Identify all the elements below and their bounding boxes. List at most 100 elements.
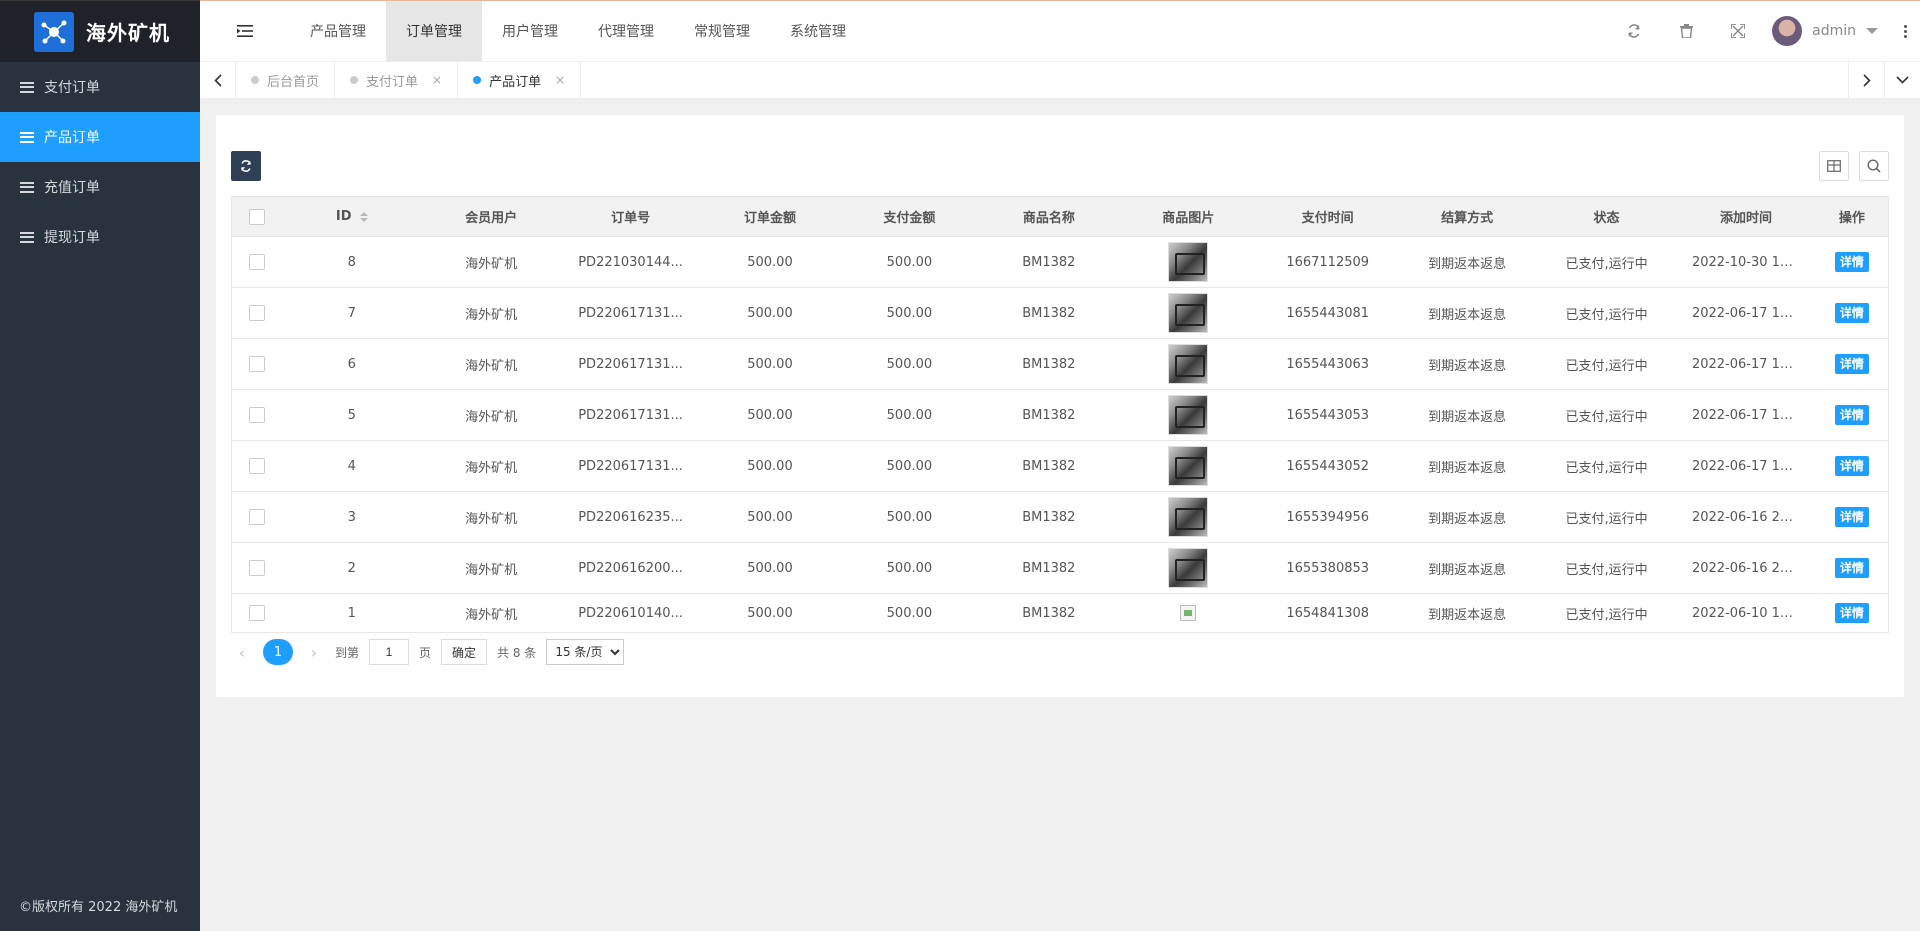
row-checkbox[interactable] xyxy=(249,305,265,321)
row-checkbox[interactable] xyxy=(249,560,265,576)
cell-settle: 到期返本返息 xyxy=(1397,287,1537,339)
row-checkbox[interactable] xyxy=(249,254,265,270)
detail-button[interactable]: 详情 xyxy=(1834,456,1869,476)
tabs-scroll-right-button[interactable] xyxy=(1848,61,1884,99)
cell-added: 2022-06-17 13... xyxy=(1691,458,1800,474)
tab-payment-orders[interactable]: 支付订单 × xyxy=(335,61,459,99)
cell-amount: 500.00 xyxy=(700,491,840,543)
table-refresh-button[interactable] xyxy=(231,151,261,181)
nav-user-management[interactable]: 用户管理 xyxy=(482,1,578,61)
detail-button[interactable]: 详情 xyxy=(1834,252,1869,272)
list-icon xyxy=(20,81,34,93)
table-search-button[interactable] xyxy=(1859,151,1889,181)
chevron-right-icon xyxy=(1862,73,1871,87)
tabs-scroll-left-button[interactable] xyxy=(200,61,236,99)
next-page-icon[interactable]: › xyxy=(303,643,325,662)
cell-id: 5 xyxy=(282,389,422,441)
tab-product-orders[interactable]: 产品订单 × xyxy=(458,61,582,99)
more-vertical-icon[interactable] xyxy=(1890,24,1920,38)
detail-button[interactable]: 详情 xyxy=(1834,405,1869,425)
product-image[interactable] xyxy=(1168,446,1209,486)
detail-button[interactable]: 详情 xyxy=(1834,558,1869,578)
sidebar-item-product-orders[interactable]: 产品订单 xyxy=(0,112,200,162)
nav-agent-management[interactable]: 代理管理 xyxy=(578,1,674,61)
row-checkbox[interactable] xyxy=(249,458,265,474)
sidebar-item-withdraw-orders[interactable]: 提现订单 xyxy=(0,212,200,262)
sidebar-item-label: 支付订单 xyxy=(44,80,100,96)
cell-pay-time: 1655443052 xyxy=(1257,440,1398,492)
cell-order-no: PD220610140... xyxy=(578,605,683,621)
goto-confirm-button[interactable]: 确定 xyxy=(441,639,488,665)
column-header-id[interactable]: ID xyxy=(282,196,422,237)
goto-page-input[interactable] xyxy=(369,639,410,665)
current-page[interactable]: 1 xyxy=(263,639,293,665)
cell-status: 已支付,运行中 xyxy=(1536,491,1677,543)
nav-order-management[interactable]: 订单管理 xyxy=(386,1,482,61)
product-image[interactable] xyxy=(1168,548,1209,588)
tab-home[interactable]: 后台首页 xyxy=(236,61,336,99)
cell-amount: 500.00 xyxy=(700,440,840,492)
detail-button[interactable]: 详情 xyxy=(1834,354,1869,374)
cell-settle: 到期返本返息 xyxy=(1397,440,1537,492)
row-checkbox[interactable] xyxy=(249,407,265,423)
sort-icon[interactable] xyxy=(359,211,368,222)
tab-dot-icon xyxy=(473,76,482,84)
select-all-checkbox[interactable] xyxy=(249,208,265,225)
broken-image-icon[interactable] xyxy=(1180,605,1197,621)
cell-status: 已支付,运行中 xyxy=(1536,542,1677,594)
cell-product: BM1382 xyxy=(979,236,1119,288)
goto-label: 到第 xyxy=(335,645,360,660)
row-checkbox[interactable] xyxy=(249,356,265,372)
cell-amount: 500.00 xyxy=(700,389,840,441)
brand[interactable]: 海外矿机 xyxy=(0,0,200,62)
close-icon[interactable]: × xyxy=(555,73,565,87)
cell-order-no: PD220617131... xyxy=(578,305,683,321)
user-menu[interactable]: admin xyxy=(1764,16,1890,46)
brand-title: 海外矿机 xyxy=(86,21,170,45)
detail-button[interactable]: 详情 xyxy=(1834,507,1869,527)
cell-pay-time: 1655394956 xyxy=(1257,491,1398,543)
brand-logo-icon xyxy=(34,11,74,52)
row-checkbox[interactable] xyxy=(249,605,265,621)
nav-product-management[interactable]: 产品管理 xyxy=(290,1,386,61)
nav-system-management[interactable]: 系统管理 xyxy=(770,1,866,61)
close-icon[interactable]: × xyxy=(432,73,442,87)
fullscreen-button[interactable] xyxy=(1712,1,1764,61)
prev-page-icon[interactable]: ‹ xyxy=(231,643,253,662)
product-image[interactable] xyxy=(1168,293,1209,333)
page-tabs-bar: 后台首页 支付订单 × 产品订单 × xyxy=(200,61,1920,99)
detail-button[interactable]: 详情 xyxy=(1834,603,1869,623)
cell-product: BM1382 xyxy=(979,287,1119,339)
tabs-dropdown-button[interactable] xyxy=(1884,61,1920,99)
page-label: 页 xyxy=(419,645,432,660)
nav-general-management[interactable]: 常规管理 xyxy=(674,1,770,61)
product-image[interactable] xyxy=(1168,242,1209,282)
product-image[interactable] xyxy=(1168,344,1209,384)
cell-amount: 500.00 xyxy=(700,236,840,288)
product-image[interactable] xyxy=(1168,497,1209,537)
sidebar-item-recharge-orders[interactable]: 充值订单 xyxy=(0,162,200,212)
row-checkbox[interactable] xyxy=(249,509,265,525)
sidebar-item-payment-orders[interactable]: 支付订单 xyxy=(0,62,200,112)
sidebar-item-label: 提现订单 xyxy=(44,230,100,246)
cell-pay-time: 1655380853 xyxy=(1257,542,1398,594)
cell-user: 海外矿机 xyxy=(421,287,561,339)
table-row: 8 海外矿机 PD221030144... 500.00 500.00 BM13… xyxy=(231,236,1889,288)
refresh-cache-button[interactable] xyxy=(1608,1,1660,61)
clear-cache-button[interactable] xyxy=(1660,1,1712,61)
cell-product: BM1382 xyxy=(979,593,1119,633)
product-image[interactable] xyxy=(1168,395,1209,435)
cell-paid: 500.00 xyxy=(839,593,980,633)
cell-added: 2022-06-16 20... xyxy=(1691,560,1800,576)
tab-label: 后台首页 xyxy=(267,74,320,90)
cell-status: 已支付,运行中 xyxy=(1536,389,1677,441)
cell-product: BM1382 xyxy=(979,542,1119,594)
page-size-select[interactable]: 15 条/页 xyxy=(546,639,625,665)
chevron-left-icon xyxy=(213,73,222,87)
menu-fold-button[interactable] xyxy=(200,1,290,61)
columns-toggle-button[interactable] xyxy=(1819,151,1849,181)
detail-button[interactable]: 详情 xyxy=(1834,303,1869,323)
column-header: 商品图片 xyxy=(1118,196,1258,237)
header-actions: admin xyxy=(1608,1,1920,61)
cell-order-no: PD220617131... xyxy=(578,458,683,474)
